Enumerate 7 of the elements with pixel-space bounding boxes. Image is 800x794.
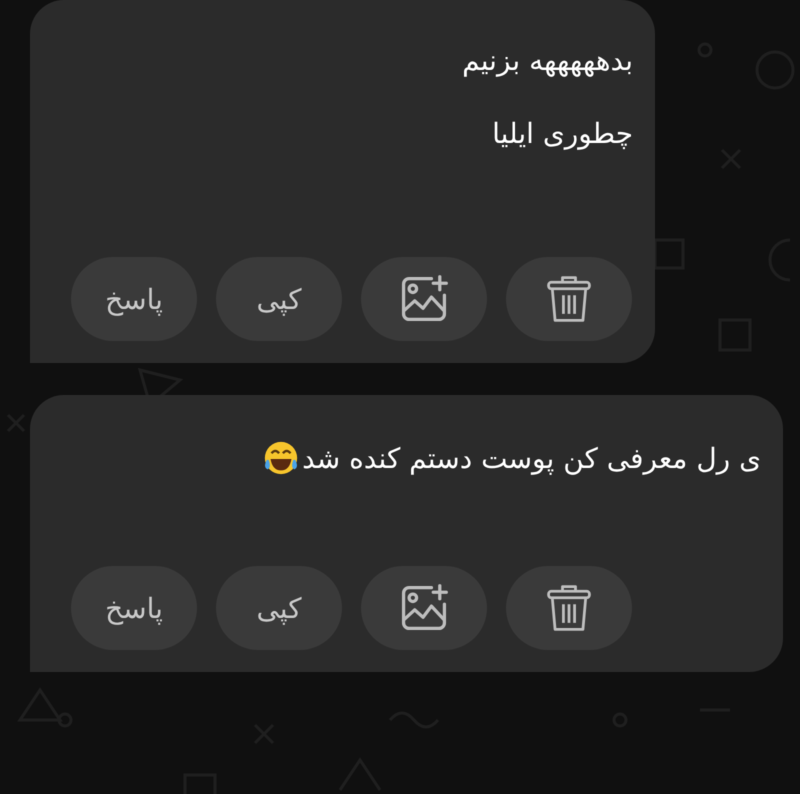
message-text: ی رل معرفی کن پوست دستم کنده شد: [302, 442, 761, 474]
message-text: چطوری ایلیا: [492, 117, 633, 150]
copy-button[interactable]: کپی: [216, 566, 342, 650]
reply-button[interactable]: پاسخ: [71, 257, 197, 341]
message-text: بدهههههه بزنیم: [462, 44, 633, 77]
copy-button[interactable]: کپی: [216, 257, 342, 341]
reply-button[interactable]: پاسخ: [71, 566, 197, 650]
